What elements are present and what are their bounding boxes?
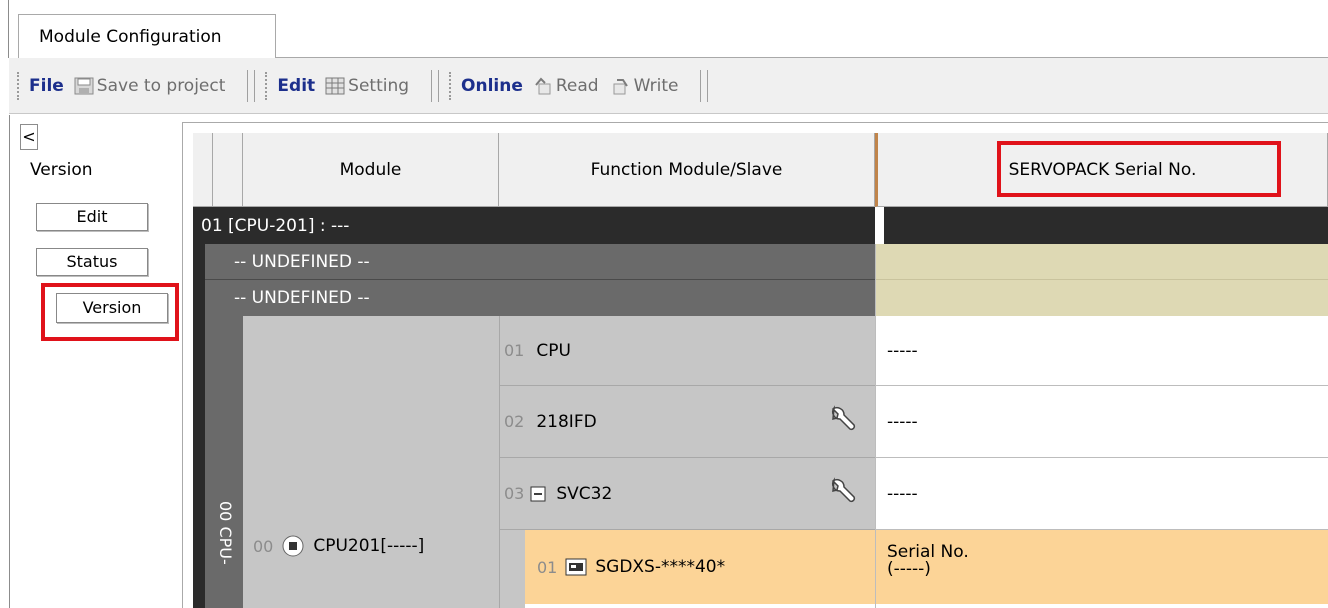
cpu-row-serial [884,207,1328,244]
slave-number: 01 [537,557,558,577]
toolbar-separator [247,69,256,102]
online-menu[interactable]: Online [461,76,523,96]
serial-cell-sgdxs[interactable]: Serial No. (-----) [875,530,1328,604]
toolbar: File Save to project Edit Setting Online… [9,58,1328,114]
function-number: 02 [504,412,525,431]
toolbar-separator [431,69,440,102]
serial-cell-218ifd[interactable]: ----- [875,386,1328,458]
function-name: SVC32 [556,483,613,504]
file-menu[interactable]: File [29,76,64,96]
cpu-module-icon [282,535,304,557]
status-view-button[interactable]: Status [36,248,148,276]
header-gutter [193,133,213,207]
toolbar-separator [700,69,709,102]
header-gutter [213,133,243,207]
save-to-project-button[interactable]: Save to project [74,75,226,96]
module-name: CPU201[-----] [313,536,425,556]
write-label: Write [633,75,679,96]
slave-name: SGDXS-****40* [595,557,726,577]
write-icon [613,78,628,94]
servopack-icon [565,558,587,576]
module-grid: Module Function Module/Slave SERVOPACK S… [193,133,1328,608]
serial-line-1: Serial No. [887,542,969,562]
undefined-row-2[interactable]: -- UNDEFINED -- [205,280,875,316]
toolbar-grip[interactable] [449,71,453,100]
wrench-icon[interactable] [826,404,856,434]
undefined-row-1[interactable]: -- UNDEFINED -- [205,244,875,280]
module-cell[interactable]: 00 CPU201[-----] [243,316,499,608]
collapse-tree-icon[interactable] [530,486,546,502]
panel-title: Version [30,160,93,180]
read-icon [535,77,551,94]
setting-button[interactable]: Setting [325,76,409,96]
slave-row-sgdxs[interactable]: 01 SGDXS-****40* [525,530,875,604]
toolbar-grip[interactable] [17,71,21,100]
row-gap [525,604,1328,608]
serial-cell-cpu[interactable]: ----- [875,316,1328,386]
edit-menu[interactable]: Edit [277,76,315,96]
undefined-row-1-serial [875,244,1328,280]
tab-label: Module Configuration [39,26,222,47]
serial-line-2: (-----) [887,559,931,579]
edit-view-button[interactable]: Edit [36,203,148,231]
read-label: Read [555,75,599,96]
function-name: CPU [536,340,571,361]
function-number: 01 [504,341,525,360]
cpu-vertical-label: 00 CPU- [216,501,235,565]
column-divider [875,244,876,608]
setting-label: Setting [348,75,410,96]
save-icon [74,77,94,94]
toolbar-grip[interactable] [265,71,269,100]
function-name: 218IFD [536,411,597,432]
function-row-218ifd[interactable]: 02 218IFD [499,386,875,458]
header-module[interactable]: Module [243,133,499,207]
save-label: Save to project [96,75,226,96]
left-panel [9,115,179,608]
cpu-vertical-strip: 00 CPU- [205,316,243,608]
header-function-module[interactable]: Function Module/Slave [499,133,875,207]
write-button[interactable]: Write [611,75,679,96]
function-row-cpu[interactable]: 01 CPU [499,316,875,386]
column-splitter [875,207,884,244]
module-number: 00 [253,536,274,556]
table-setting-icon [325,77,345,94]
read-button[interactable]: Read [533,76,599,96]
collapse-panel-button[interactable]: < [20,124,38,150]
highlight-serial-header [997,141,1281,197]
slave-indent [499,530,525,608]
left-border-dark [193,244,205,608]
function-row-svc32[interactable]: 03 SVC32 [499,458,875,530]
wrench-icon[interactable] [826,476,856,506]
serial-cell-svc32[interactable]: ----- [875,458,1328,530]
undefined-row-2-serial [875,280,1328,316]
cpu-row-label[interactable]: 01 [CPU-201] : --- [193,207,875,244]
highlight-version-button [41,283,179,341]
tab-module-configuration[interactable]: Module Configuration [18,14,276,58]
function-number: 03 [504,484,525,503]
